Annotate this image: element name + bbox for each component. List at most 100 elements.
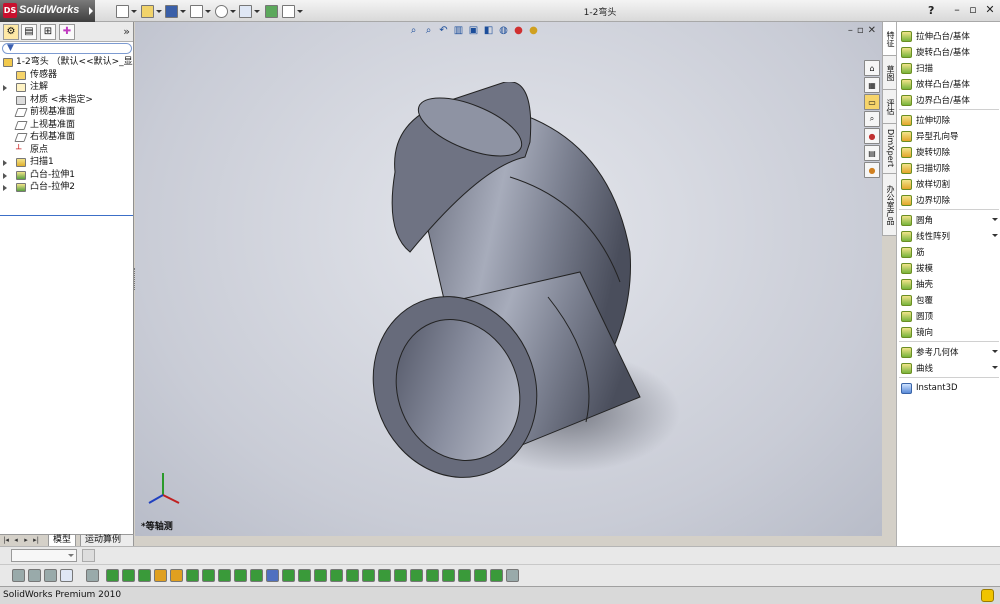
sketch-tool-icon[interactable] bbox=[506, 569, 519, 582]
command-item[interactable]: 圆顶 bbox=[897, 308, 1000, 324]
tree-item-right-plane[interactable]: 右视基准面 bbox=[0, 131, 133, 144]
search-icon[interactable]: ⌕ bbox=[864, 111, 880, 127]
sketch-tool-icon[interactable] bbox=[346, 569, 359, 582]
feature-tree-tab[interactable]: ⚙ bbox=[3, 24, 19, 40]
command-item[interactable]: 抽壳 bbox=[897, 276, 1000, 292]
expand-icon[interactable] bbox=[3, 185, 7, 191]
restore-button[interactable]: ▫ bbox=[966, 3, 980, 17]
dropdown-icon[interactable] bbox=[992, 350, 998, 353]
tab-features[interactable]: 特征 bbox=[883, 22, 897, 56]
sketch-tool-icon[interactable] bbox=[234, 569, 247, 582]
sketch-tool-icon[interactable] bbox=[394, 569, 407, 582]
section-view-icon[interactable]: ▥ bbox=[452, 24, 465, 37]
viewport-minimize-icon[interactable]: – bbox=[848, 25, 853, 36]
select-button[interactable] bbox=[239, 3, 260, 19]
sketch-tool-icon[interactable] bbox=[218, 569, 231, 582]
command-item[interactable]: 边界凸台/基体 bbox=[897, 92, 1000, 108]
command-item[interactable]: 异型孔向导 bbox=[897, 128, 1000, 144]
command-item[interactable]: 放样切割 bbox=[897, 176, 1000, 192]
tree-item-sensors[interactable]: 传感器 bbox=[0, 69, 133, 82]
dropdown-icon[interactable] bbox=[992, 218, 998, 221]
sketch-tool-icon[interactable] bbox=[426, 569, 439, 582]
dropdown-icon[interactable] bbox=[992, 234, 998, 237]
custom-properties-icon[interactable]: ▤ bbox=[864, 145, 880, 161]
tree-root[interactable]: 1-2弯头 （默认<<默认>_显示状 bbox=[0, 56, 133, 69]
apply-scene-icon[interactable]: ● bbox=[527, 24, 540, 37]
sketch-tool-icon[interactable] bbox=[490, 569, 503, 582]
edit-appearance-icon[interactable]: ● bbox=[512, 24, 525, 37]
command-item[interactable]: 放样凸台/基体 bbox=[897, 76, 1000, 92]
file-explorer-icon[interactable]: ▭ bbox=[864, 94, 880, 110]
solidworks-menu-button[interactable]: DS SolidWorks bbox=[0, 0, 95, 22]
previous-view-icon[interactable]: ↶ bbox=[437, 24, 450, 37]
expand-icon[interactable] bbox=[3, 85, 7, 91]
command-item[interactable]: 筋 bbox=[897, 244, 1000, 260]
property-manager-tab[interactable]: ▤ bbox=[21, 24, 37, 40]
first-tab-icon[interactable]: |◂ bbox=[2, 536, 10, 545]
command-item[interactable]: 旋转切除 bbox=[897, 144, 1000, 160]
forum-icon[interactable]: ● bbox=[864, 162, 880, 178]
expand-icon[interactable] bbox=[3, 160, 7, 166]
sketch-tool-icon[interactable] bbox=[362, 569, 375, 582]
command-item[interactable]: 扫描切除 bbox=[897, 160, 1000, 176]
tab-office-products[interactable]: 办公室产品 bbox=[883, 174, 897, 236]
sketch-tool-icon[interactable] bbox=[410, 569, 423, 582]
sketch-tool-icon[interactable] bbox=[138, 569, 151, 582]
tree-item-material[interactable]: 材质 <未指定> bbox=[0, 94, 133, 107]
open-button[interactable] bbox=[141, 3, 162, 19]
tree-item-sweep1[interactable]: 扫描1 bbox=[0, 156, 133, 169]
sketch-tool-icon[interactable] bbox=[330, 569, 343, 582]
command-item[interactable]: Instant3D bbox=[897, 380, 1000, 396]
command-item[interactable]: 旋转凸台/基体 bbox=[897, 44, 1000, 60]
sketch-tool-icon[interactable] bbox=[86, 569, 99, 582]
command-item[interactable]: 拉伸切除 bbox=[897, 112, 1000, 128]
notification-icon[interactable] bbox=[981, 589, 994, 602]
sketch-tool-icon[interactable] bbox=[186, 569, 199, 582]
prev-tab-icon[interactable]: ◂ bbox=[12, 536, 20, 545]
filter-box[interactable]: ▼ bbox=[2, 43, 132, 54]
view-orientation-icon[interactable]: ▣ bbox=[467, 24, 480, 37]
sketch-tool-icon[interactable] bbox=[250, 569, 263, 582]
rebuild-button[interactable] bbox=[265, 3, 278, 19]
sketch-tool-icon[interactable] bbox=[12, 569, 25, 582]
sketch-tool-icon[interactable] bbox=[44, 569, 57, 582]
zoom-to-fit-icon[interactable]: ⌕ bbox=[407, 24, 420, 37]
rollback-bar[interactable] bbox=[0, 215, 133, 216]
design-library-icon[interactable]: ▦ bbox=[864, 77, 880, 93]
tree-item-top-plane[interactable]: 上视基准面 bbox=[0, 119, 133, 132]
config-combo[interactable] bbox=[11, 549, 77, 562]
viewport-close-icon[interactable]: ✕ bbox=[868, 25, 876, 36]
viewport-restore-icon[interactable]: ▫ bbox=[857, 25, 864, 36]
command-item[interactable]: 镜向 bbox=[897, 324, 1000, 340]
sketch-tool-icon[interactable] bbox=[458, 569, 471, 582]
display-style-icon[interactable]: ◧ bbox=[482, 24, 495, 37]
options-button[interactable] bbox=[282, 3, 303, 19]
command-item[interactable]: 扫描 bbox=[897, 60, 1000, 76]
save-button[interactable] bbox=[165, 3, 186, 19]
close-button[interactable]: ✕ bbox=[983, 3, 997, 17]
sketch-tool-icon[interactable] bbox=[314, 569, 327, 582]
command-item[interactable]: 包覆 bbox=[897, 292, 1000, 308]
sketch-tool-icon[interactable] bbox=[60, 569, 73, 582]
dropdown-icon[interactable] bbox=[992, 366, 998, 369]
elbow-pipe-model[interactable] bbox=[350, 82, 690, 502]
expand-icon[interactable] bbox=[3, 172, 7, 179]
command-item[interactable]: 边界切除 bbox=[897, 192, 1000, 208]
help-button[interactable]: ? bbox=[928, 4, 934, 17]
solidworks-resources-icon[interactable]: ⌂ bbox=[864, 60, 880, 76]
tree-item-boss-extrude1[interactable]: 凸台-拉伸1 bbox=[0, 169, 133, 182]
command-item[interactable]: 拔模 bbox=[897, 260, 1000, 276]
sketch-tool-icon[interactable] bbox=[28, 569, 41, 582]
last-tab-icon[interactable]: ▸| bbox=[32, 536, 40, 545]
undo-button[interactable] bbox=[215, 3, 236, 19]
command-item[interactable]: 圆角 bbox=[897, 212, 1000, 228]
tab-sketch[interactable]: 草图 bbox=[883, 56, 897, 90]
print-button[interactable] bbox=[190, 3, 211, 19]
tree-item-origin[interactable]: ┴ 原点 bbox=[0, 144, 133, 157]
sketch-tool-icon[interactable] bbox=[298, 569, 311, 582]
sketch-tool-icon[interactable] bbox=[474, 569, 487, 582]
sketch-tool-icon[interactable] bbox=[122, 569, 135, 582]
tree-item-boss-extrude2[interactable]: 凸台-拉伸2 bbox=[0, 181, 133, 194]
minimize-button[interactable]: – bbox=[950, 3, 964, 17]
tab-evaluate[interactable]: 评估 bbox=[883, 90, 897, 124]
